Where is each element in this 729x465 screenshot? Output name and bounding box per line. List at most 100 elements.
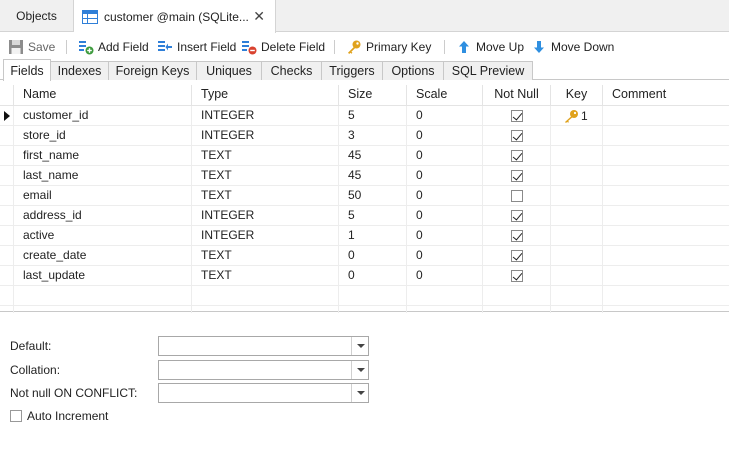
cell-size[interactable]: 45 (338, 146, 406, 166)
table-row[interactable]: address_id INTEGER 5 0 (0, 206, 729, 226)
not-null-checkbox[interactable] (510, 130, 523, 142)
cell-key[interactable] (550, 266, 602, 286)
auto-increment-checkbox[interactable] (10, 410, 22, 422)
auto-increment-option[interactable]: Auto Increment (10, 409, 108, 423)
cell-not-null[interactable] (482, 146, 550, 166)
table-row[interactable]: active INTEGER 1 0 (0, 226, 729, 246)
cell-name[interactable]: last_name (13, 166, 191, 186)
cell-type[interactable]: INTEGER (191, 126, 338, 146)
cell-scale[interactable]: 0 (406, 246, 482, 266)
cell-comment[interactable] (602, 286, 729, 306)
cell-name[interactable]: address_id (13, 206, 191, 226)
cell-not-null[interactable] (482, 206, 550, 226)
cell-type[interactable]: INTEGER (191, 226, 338, 246)
cell-name[interactable]: active (13, 226, 191, 246)
cell-name[interactable]: customer_id (13, 106, 191, 126)
not-null-checkbox[interactable] (510, 250, 523, 262)
cell-not-null[interactable] (482, 106, 550, 126)
cell-scale[interactable]: 0 (406, 266, 482, 286)
cell-key[interactable] (550, 126, 602, 146)
default-combobox[interactable] (158, 336, 369, 356)
cell-name[interactable]: last_update (13, 266, 191, 286)
tab-sql-preview[interactable]: SQL Preview (443, 61, 533, 80)
cell-type[interactable]: TEXT (191, 266, 338, 286)
primary-key-button[interactable]: Primary Key (346, 37, 431, 57)
cell-comment[interactable] (602, 206, 729, 226)
column-header-comment[interactable]: Comment (602, 85, 729, 106)
cell-size[interactable]: 5 (338, 206, 406, 226)
cell-type[interactable]: TEXT (191, 186, 338, 206)
cell-not-null[interactable] (482, 226, 550, 246)
cell-comment[interactable] (602, 246, 729, 266)
cell-scale[interactable]: 0 (406, 226, 482, 246)
chevron-down-icon[interactable] (351, 337, 368, 355)
cell-key[interactable] (550, 246, 602, 266)
cell-not-null[interactable] (482, 186, 550, 206)
cell-type[interactable]: TEXT (191, 246, 338, 266)
cell-name[interactable]: first_name (13, 146, 191, 166)
tab-uniques[interactable]: Uniques (196, 61, 262, 80)
tab-indexes[interactable]: Indexes (50, 61, 109, 80)
save-button[interactable]: Save (8, 37, 55, 57)
collation-combobox[interactable] (158, 360, 369, 380)
cell-size[interactable]: 45 (338, 166, 406, 186)
tab-customer-table[interactable]: customer @main (SQLite... ✕ (74, 0, 276, 33)
cell-scale[interactable]: 0 (406, 146, 482, 166)
move-down-button[interactable]: Move Down (531, 37, 614, 57)
column-header-key[interactable]: Key (550, 85, 602, 106)
cell-not-null[interactable] (482, 126, 550, 146)
cell-not-null[interactable] (482, 266, 550, 286)
cell-not-null[interactable] (482, 246, 550, 266)
cell-comment[interactable] (602, 126, 729, 146)
cell-name[interactable]: store_id (13, 126, 191, 146)
cell-not-null[interactable] (482, 286, 550, 306)
tab-triggers[interactable]: Triggers (321, 61, 383, 80)
not-null-checkbox[interactable] (510, 150, 523, 162)
cell-key[interactable] (550, 206, 602, 226)
tab-fields[interactable]: Fields (3, 59, 51, 81)
cell-comment[interactable] (602, 266, 729, 286)
cell-type[interactable]: TEXT (191, 146, 338, 166)
table-row[interactable]: email TEXT 50 0 (0, 186, 729, 206)
cell-comment[interactable] (602, 106, 729, 126)
cell-not-null[interactable] (482, 166, 550, 186)
table-row[interactable]: first_name TEXT 45 0 (0, 146, 729, 166)
cell-type[interactable]: INTEGER (191, 106, 338, 126)
cell-key[interactable] (550, 166, 602, 186)
chevron-down-icon[interactable] (351, 361, 368, 379)
not-null-checkbox[interactable] (510, 230, 523, 242)
cell-comment[interactable] (602, 166, 729, 186)
cell-size[interactable]: 0 (338, 266, 406, 286)
cell-scale[interactable]: 0 (406, 126, 482, 146)
add-field-button[interactable]: Add Field (78, 37, 149, 57)
delete-field-button[interactable]: Delete Field (241, 37, 325, 57)
not-null-conflict-combobox[interactable] (158, 383, 369, 403)
cell-comment[interactable] (602, 186, 729, 206)
table-row[interactable]: store_id INTEGER 3 0 (0, 126, 729, 146)
cell-size[interactable]: 0 (338, 246, 406, 266)
tab-foreign-keys[interactable]: Foreign Keys (108, 61, 197, 80)
cell-comment[interactable] (602, 146, 729, 166)
empty-row[interactable] (0, 286, 729, 306)
cell-key[interactable] (550, 146, 602, 166)
cell-size[interactable]: 50 (338, 186, 406, 206)
cell-key[interactable] (550, 286, 602, 306)
cell-scale[interactable]: 0 (406, 206, 482, 226)
table-row[interactable]: create_date TEXT 0 0 (0, 246, 729, 266)
cell-size[interactable]: 5 (338, 106, 406, 126)
cell-size[interactable]: 3 (338, 126, 406, 146)
cell-comment[interactable] (602, 226, 729, 246)
chevron-down-icon[interactable] (351, 384, 368, 402)
cell-scale[interactable]: 0 (406, 106, 482, 126)
column-header-type[interactable]: Type (191, 85, 338, 106)
cell-type[interactable] (191, 286, 338, 306)
cell-name[interactable]: email (13, 186, 191, 206)
tab-checks[interactable]: Checks (261, 61, 322, 80)
cell-key[interactable]: 1 (550, 106, 602, 126)
tab-options[interactable]: Options (382, 61, 444, 80)
cell-scale[interactable]: 0 (406, 186, 482, 206)
cell-scale[interactable] (406, 286, 482, 306)
not-null-checkbox[interactable] (510, 210, 523, 222)
table-row[interactable]: last_update TEXT 0 0 (0, 266, 729, 286)
cell-key[interactable] (550, 226, 602, 246)
